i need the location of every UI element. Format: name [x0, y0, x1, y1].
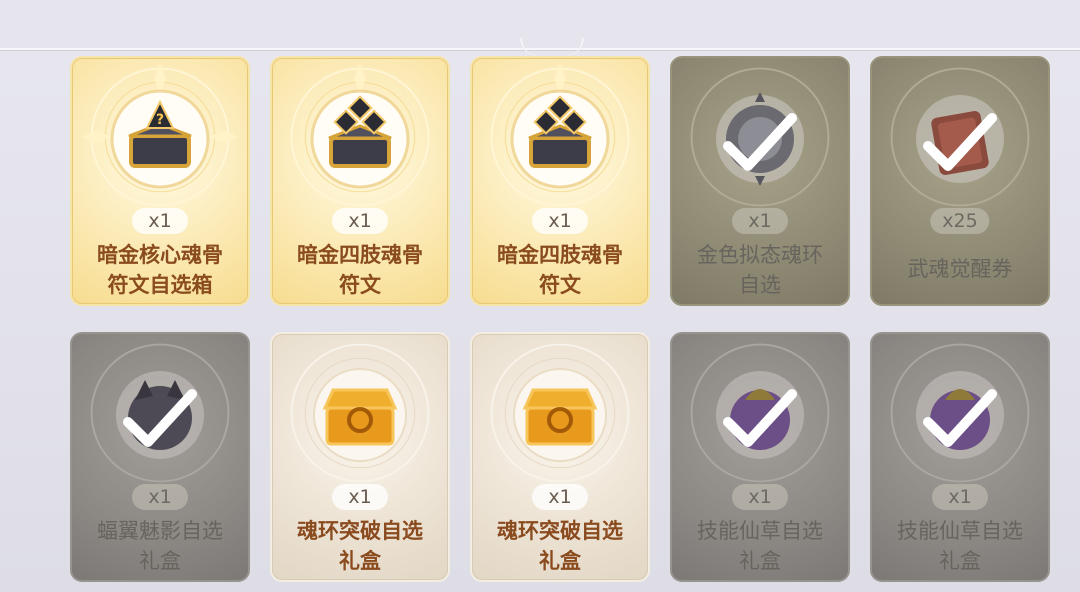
- quantity-badge: x1: [532, 208, 588, 234]
- checkmark-icon: [723, 113, 797, 171]
- quantity-badge: x1: [532, 484, 588, 510]
- top-notch-decoration: [520, 38, 584, 56]
- reward-card-claimed[interactable]: x1 蝠翼魅影自选 礼盒: [70, 332, 250, 582]
- quantity-badge: x1: [732, 208, 788, 234]
- reward-card-claimed[interactable]: x1 技能仙草自选 礼盒: [670, 332, 850, 582]
- checkmark-icon: [723, 389, 797, 447]
- item-name-line1: 魂环突破自选: [297, 519, 423, 543]
- checkmark-icon: [923, 113, 997, 171]
- item-name: 魂环突破自选 礼盒: [472, 516, 648, 576]
- quantity-badge: x1: [732, 484, 788, 510]
- svg-text:?: ?: [156, 112, 164, 128]
- item-name-line1: 蝠翼魅影自选: [97, 519, 223, 543]
- item-name-line2: 符文: [539, 273, 581, 297]
- item-name: 武魂觉醒券: [872, 254, 1048, 284]
- item-name-line2: 符文自选箱: [107, 273, 213, 297]
- reward-grid: ? x1 暗金核心魂骨 符文自选箱 x1 暗金四肢魂骨 符文 x1 暗金四肢魂骨…: [70, 56, 1050, 582]
- item-name-line1: 金色拟态魂环: [697, 243, 823, 267]
- item-name: 暗金四肢魂骨 符文: [472, 240, 648, 300]
- golden-chest-icon: [505, 360, 615, 470]
- golden-chest-icon: [305, 360, 415, 470]
- item-name-line1: 技能仙草自选: [697, 519, 823, 543]
- quantity-badge: x1: [332, 484, 388, 510]
- item-name-line1: 技能仙草自选: [897, 519, 1023, 543]
- item-name: 魂环突破自选 礼盒: [272, 516, 448, 576]
- reward-card-claimed[interactable]: x25 武魂觉醒券: [870, 56, 1050, 306]
- item-name-line1: 暗金四肢魂骨: [497, 243, 623, 267]
- quantity-badge: x25: [930, 208, 990, 234]
- item-name-line2: 礼盒: [539, 549, 581, 573]
- item-name: 金色拟态魂环 自选: [672, 240, 848, 300]
- item-name-line2: 礼盒: [939, 549, 981, 573]
- item-name-line1: 武魂觉醒券: [907, 257, 1013, 281]
- item-name: 技能仙草自选 礼盒: [872, 516, 1048, 576]
- dark-gold-chest-icon: [505, 84, 615, 194]
- reward-card-claimed[interactable]: x1 金色拟态魂环 自选: [670, 56, 850, 306]
- item-name-line2: 自选: [739, 273, 781, 297]
- item-name: 暗金核心魂骨 符文自选箱: [72, 240, 248, 300]
- item-name: 暗金四肢魂骨 符文: [272, 240, 448, 300]
- item-name-line2: 礼盒: [339, 549, 381, 573]
- quantity-badge: x1: [132, 484, 188, 510]
- checkmark-icon: [923, 389, 997, 447]
- item-name-line1: 暗金核心魂骨: [97, 243, 223, 267]
- reward-card[interactable]: ? x1 暗金核心魂骨 符文自选箱: [70, 56, 250, 306]
- item-name-line2: 礼盒: [139, 549, 181, 573]
- quantity-badge: x1: [932, 484, 988, 510]
- checkmark-icon: [123, 389, 197, 447]
- reward-card-claimed[interactable]: x1 技能仙草自选 礼盒: [870, 332, 1050, 582]
- reward-card[interactable]: x1 魂环突破自选 礼盒: [270, 332, 450, 582]
- reward-card[interactable]: x1 暗金四肢魂骨 符文: [470, 56, 650, 306]
- item-name-line1: 暗金四肢魂骨: [297, 243, 423, 267]
- item-name-line1: 魂环突破自选: [497, 519, 623, 543]
- reward-card[interactable]: x1 暗金四肢魂骨 符文: [270, 56, 450, 306]
- item-name: 技能仙草自选 礼盒: [672, 516, 848, 576]
- item-name: 蝠翼魅影自选 礼盒: [72, 516, 248, 576]
- quantity-badge: x1: [332, 208, 388, 234]
- dark-gold-chest-icon: ?: [105, 84, 215, 194]
- item-name-line2: 礼盒: [739, 549, 781, 573]
- quantity-badge: x1: [132, 208, 188, 234]
- dark-gold-chest-icon: [305, 84, 415, 194]
- item-name-line2: 符文: [339, 273, 381, 297]
- reward-card[interactable]: x1 魂环突破自选 礼盒: [470, 332, 650, 582]
